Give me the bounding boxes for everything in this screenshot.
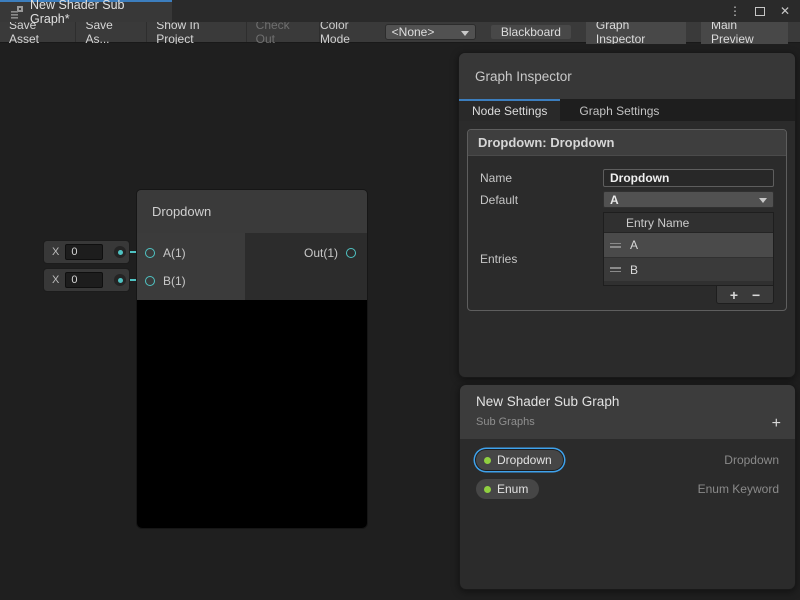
chevron-down-icon bbox=[461, 31, 469, 36]
maximize-icon[interactable] bbox=[751, 2, 769, 20]
item-name: Dropdown bbox=[497, 453, 552, 467]
color-mode-label: Color Mode bbox=[320, 18, 378, 46]
item-type-label: Enum Keyword bbox=[698, 482, 779, 496]
close-icon[interactable]: ✕ bbox=[776, 2, 794, 20]
entry-value: A bbox=[630, 238, 638, 252]
entries-row: Entries Entry Name A B bbox=[480, 212, 774, 304]
entries-header: Entry Name bbox=[604, 213, 773, 233]
connector-dot-icon[interactable] bbox=[114, 246, 126, 258]
value-field-a[interactable]: 0 bbox=[65, 244, 103, 260]
output-port-label: Out(1) bbox=[304, 246, 338, 260]
add-entry-button[interactable]: + bbox=[730, 288, 738, 302]
connector-dot-icon[interactable] bbox=[114, 274, 126, 286]
item-name: Enum bbox=[497, 482, 528, 496]
blackboard-header[interactable]: New Shader Sub Graph Sub Graphs + bbox=[460, 385, 795, 439]
tab-title: New Shader Sub Graph* bbox=[30, 0, 162, 26]
check-out-button: Check Out bbox=[247, 22, 320, 42]
axis-label: X bbox=[52, 274, 59, 286]
color-mode-value: <None> bbox=[392, 25, 435, 39]
list-item: Enum Enum Keyword bbox=[476, 478, 779, 500]
color-mode-group: Color Mode <None> Blackboard Graph Inspe… bbox=[320, 22, 800, 42]
inspector-tabs: Node Settings Graph Settings bbox=[459, 99, 795, 121]
section-title: Dropdown: Dropdown bbox=[468, 130, 786, 156]
node-ports: A(1) B(1) Out(1) bbox=[137, 233, 367, 300]
maximize-glyph bbox=[755, 7, 765, 16]
blackboard-body: Dropdown Dropdown Enum Enum Keyword bbox=[460, 439, 795, 500]
node-preview bbox=[137, 300, 367, 528]
dropdown-settings-section: Dropdown: Dropdown Name Dropdown Default… bbox=[467, 129, 787, 311]
graph-inspector-panel: Graph Inspector Node Settings Graph Sett… bbox=[458, 52, 796, 378]
chevron-down-icon bbox=[759, 198, 767, 203]
menu-kebab-icon[interactable]: ⋮ bbox=[726, 2, 744, 20]
blackboard-title: New Shader Sub Graph bbox=[476, 394, 779, 409]
input-port-b-icon[interactable] bbox=[145, 276, 155, 286]
input-b-value-widget: X 0 bbox=[44, 269, 129, 291]
input-a-value-widget: X 0 bbox=[44, 241, 129, 263]
name-input[interactable]: Dropdown bbox=[603, 169, 774, 187]
window-controls: ⋮ ✕ bbox=[726, 0, 800, 22]
entries-list: Entry Name A B bbox=[603, 212, 774, 286]
dropdown-node[interactable]: Dropdown A(1) B(1) Out(1) bbox=[137, 190, 367, 528]
name-label: Name bbox=[480, 169, 603, 187]
input-port-a-label: A(1) bbox=[163, 246, 186, 260]
blackboard-item-dropdown[interactable]: Dropdown bbox=[476, 450, 563, 470]
output-ports-column: Out(1) bbox=[245, 233, 367, 300]
color-mode-dropdown[interactable]: <None> bbox=[385, 24, 476, 40]
value-field-b[interactable]: 0 bbox=[65, 272, 103, 288]
tab-graph-settings[interactable]: Graph Settings bbox=[566, 99, 672, 121]
default-dropdown[interactable]: A bbox=[603, 191, 774, 208]
drag-handle-icon[interactable] bbox=[610, 243, 621, 248]
default-row: Default A bbox=[480, 191, 774, 208]
show-in-project-button[interactable]: Show In Project bbox=[147, 22, 246, 42]
entry-value: B bbox=[630, 263, 638, 277]
remove-entry-button[interactable]: − bbox=[752, 288, 760, 302]
input-ports-column: A(1) B(1) bbox=[137, 233, 245, 300]
name-row: Name Dropdown bbox=[480, 169, 774, 187]
blackboard-panel: New Shader Sub Graph Sub Graphs + Dropdo… bbox=[459, 384, 796, 590]
node-title[interactable]: Dropdown bbox=[137, 190, 367, 233]
port-row-a: A(1) bbox=[137, 239, 245, 267]
inspector-title[interactable]: Graph Inspector bbox=[459, 53, 795, 99]
entries-label: Entries bbox=[480, 250, 603, 266]
default-label: Default bbox=[480, 191, 603, 208]
item-type-label: Dropdown bbox=[724, 453, 779, 467]
list-item: Dropdown Dropdown bbox=[476, 449, 779, 471]
port-row-out: Out(1) bbox=[245, 239, 367, 267]
window-tab-bar: New Shader Sub Graph* ⋮ ✕ bbox=[0, 0, 800, 22]
blackboard-subtitle: Sub Graphs bbox=[476, 416, 779, 428]
entry-row-b[interactable]: B bbox=[604, 258, 773, 281]
input-port-b-label: B(1) bbox=[163, 274, 186, 288]
tab-node-settings[interactable]: Node Settings bbox=[459, 99, 560, 121]
graph-inspector-toggle-button[interactable]: Graph Inspector bbox=[586, 18, 686, 46]
entry-row-a[interactable]: A bbox=[604, 233, 773, 257]
shader-graph-icon bbox=[10, 6, 24, 19]
input-port-a-icon[interactable] bbox=[145, 248, 155, 258]
default-value: A bbox=[610, 193, 619, 207]
exposed-dot-icon bbox=[484, 486, 491, 493]
exposed-dot-icon bbox=[484, 457, 491, 464]
port-row-b: B(1) bbox=[137, 267, 245, 295]
blackboard-toggle-button[interactable]: Blackboard bbox=[491, 25, 571, 39]
entries-list-footer: + − bbox=[716, 286, 774, 304]
axis-label: X bbox=[52, 246, 59, 258]
drag-handle-icon[interactable] bbox=[610, 267, 621, 272]
add-property-button[interactable]: + bbox=[772, 416, 781, 432]
main-preview-toggle-button[interactable]: Main Preview bbox=[701, 18, 788, 46]
section-body: Name Dropdown Default A Entries bbox=[468, 156, 786, 310]
output-port-icon[interactable] bbox=[346, 248, 356, 258]
blackboard-item-enum[interactable]: Enum bbox=[476, 479, 539, 499]
document-tab[interactable]: New Shader Sub Graph* bbox=[0, 0, 172, 22]
